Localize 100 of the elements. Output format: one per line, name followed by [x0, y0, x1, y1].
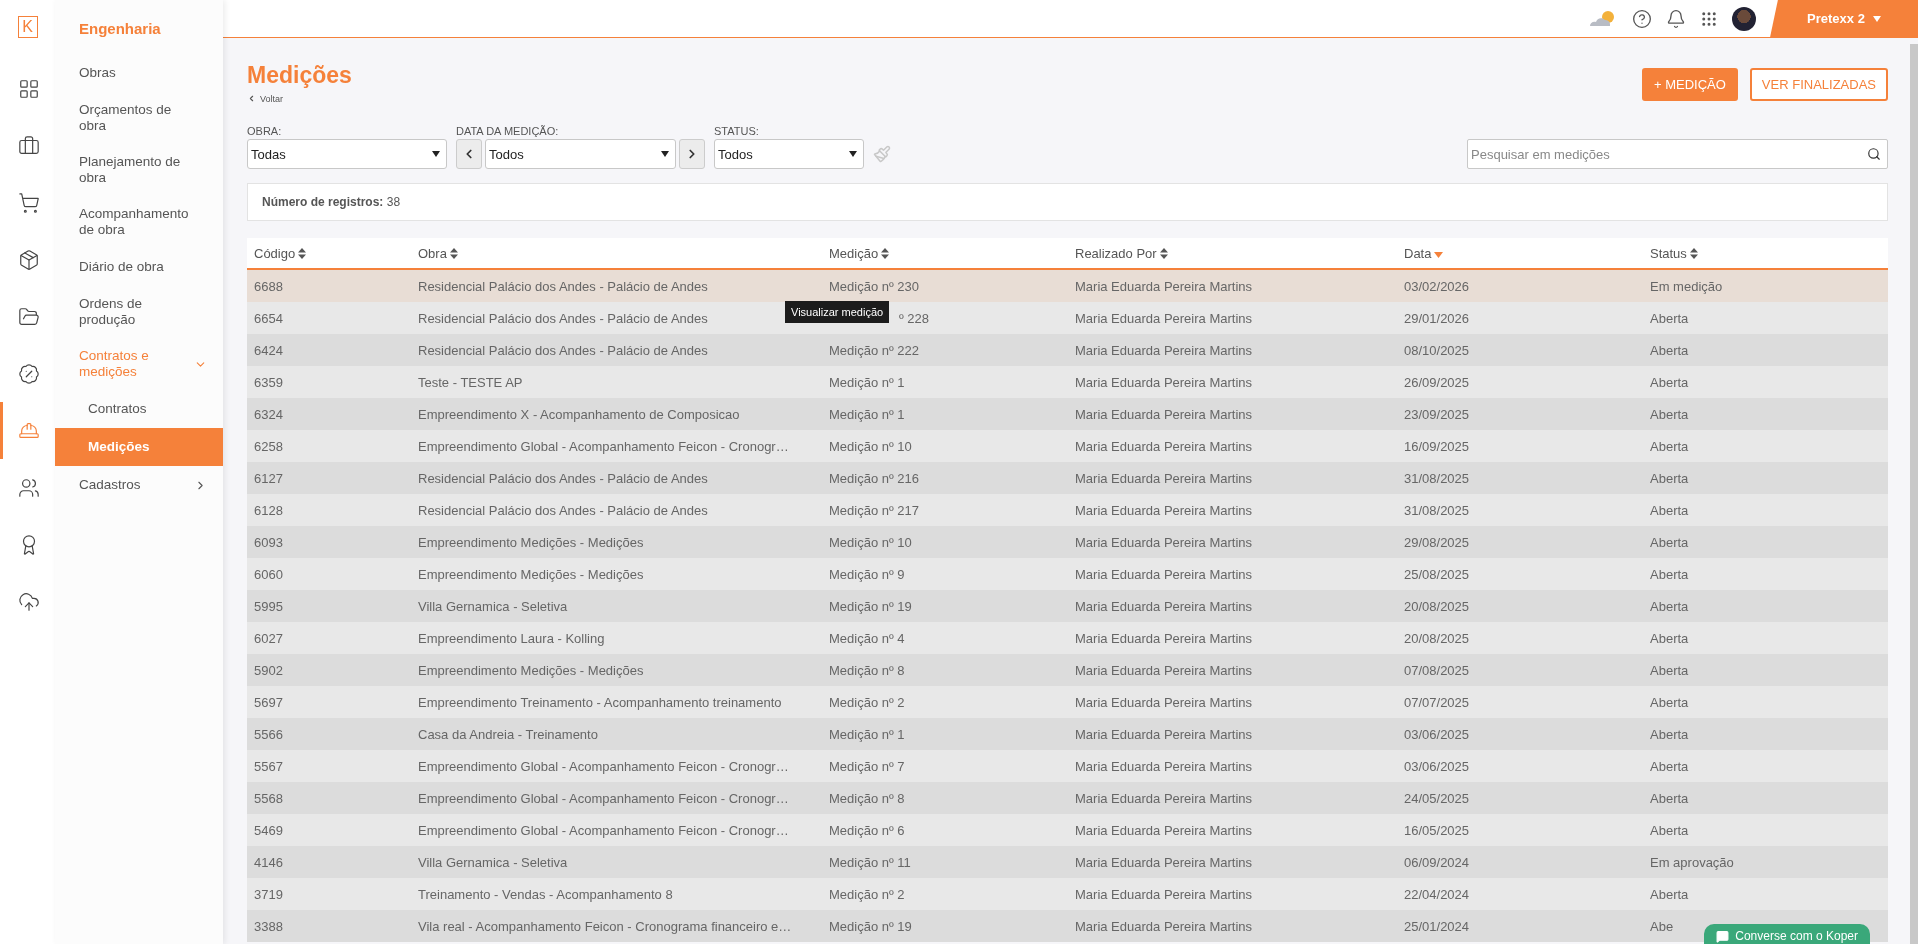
table-cell-text: Aberta: [1649, 598, 1689, 614]
table-row[interactable]: 6060 Empreendimento Medições - Medições Medição nº 9 Maria Eduarda Pereira Martins 25/08/2025 Aberta: [247, 558, 1888, 590]
table-cell-text: 29/01/2026: [1403, 310, 1470, 326]
menu-item[interactable]: Contratos e medições: [55, 338, 223, 390]
filter-select[interactable]: Todas: [247, 139, 447, 169]
column-header[interactable]: Medição: [822, 245, 1068, 261]
table-cell-text: Empreendimento Global - Acompanhamento Feicon - Cronogr…: [417, 438, 789, 454]
table-cell-text: 6424: [253, 342, 283, 358]
dashboard-icon: [18, 77, 40, 100]
table-cell-text: Maria Eduarda Pereira Martins: [1074, 502, 1253, 518]
table-cell-text: Maria Eduarda Pereira Martins: [1074, 886, 1253, 902]
table-row[interactable]: 6359 Teste - TESTE AP Medição nº 1 Maria Eduarda Pereira Martins 26/09/2025 Aberta: [247, 366, 1888, 398]
menu-item[interactable]: Orçamentos de obra: [55, 92, 223, 144]
table-cell-text: Aberta: [1649, 662, 1689, 678]
back-link[interactable]: Voltar: [247, 93, 283, 104]
table-cell-text: Medição nº 1: [828, 374, 905, 390]
chat-button[interactable]: Converse com o Koper: [1704, 924, 1870, 944]
help-icon[interactable]: [1632, 8, 1652, 29]
table-cell-text: Empreendimento Global - Acompanhamento Feicon - Cronogr…: [417, 790, 789, 806]
table-cell-text: Vila real - Acompanhamento Feicon - Cronograma financeiro e…: [417, 918, 792, 934]
table-row[interactable]: 5995 Villa Gernamica - Seletiva Medição nº 19 Maria Eduarda Pereira Martins 20/08/2025 Aberta: [247, 590, 1888, 622]
table-cell-text: 3388: [253, 918, 283, 934]
table-row[interactable]: 3719 Treinamento - Vendas - Acompanhamento 8 Medição nº 2 Maria Eduarda Pereira Martins 22/04/2024 Aberta: [247, 878, 1888, 910]
table-cell-text: 6128: [253, 502, 283, 518]
table-row[interactable]: 5469 Empreendimento Global - Acompanhamento Feicon - Cronogr… Medição nº 6 Maria Eduarda Pereira Martins 16/05/2025 Aberta: [247, 814, 1888, 846]
sort-icon[interactable]: [449, 247, 458, 259]
menu-item[interactable]: Obras: [55, 54, 223, 92]
table-cell-text: Aberta: [1649, 886, 1689, 902]
table-cell-text: Aberta: [1649, 406, 1689, 422]
menu-item[interactable]: Diário de obra: [55, 248, 223, 286]
table-row[interactable]: 6654 Residencial Palácio dos Andes - Palácio de Andes Visualizar medição º 228 Maria Eduarda Pereira Martins 29/01/2026 Aberta: [247, 302, 1888, 334]
table-cell-text: 5567: [253, 758, 283, 774]
table-cell-text: Aberta: [1649, 630, 1689, 646]
sort-icon[interactable]: [298, 247, 307, 259]
table-row[interactable]: 6128 Residencial Palácio dos Andes - Palácio de Andes Medição nº 217 Maria Eduarda Pereira Martins 31/08/2025 Aberta: [247, 494, 1888, 526]
apps-icon[interactable]: [1700, 9, 1718, 28]
tooltip: Visualizar medição: [785, 300, 890, 323]
table-cell-text: Medição nº 19: [828, 918, 912, 934]
table-cell-text: Aberta: [1649, 566, 1689, 582]
column-header[interactable]: Status: [1643, 245, 1888, 261]
chevron-left-icon: [247, 94, 256, 103]
caret-icon: [1872, 15, 1881, 22]
menu-item[interactable]: Contratos: [55, 390, 223, 428]
table-row[interactable]: 6424 Residencial Palácio dos Andes - Palácio de Andes Medição nº 222 Maria Eduarda Pereira Martins 08/10/2025 Aberta: [247, 334, 1888, 366]
table-cell-text: 5995: [253, 598, 283, 614]
table-row[interactable]: 6093 Empreendimento Medições - Medições Medição nº 10 Maria Eduarda Pereira Martins 29/08/2025 Aberta: [247, 526, 1888, 558]
sort-desc-icon[interactable]: [1434, 252, 1444, 258]
table-row[interactable]: 6688 Residencial Palácio dos Andes - Palácio de Andes Medição nº 230 Maria Eduarda Pereira Martins 03/02/2026 Em medição: [247, 270, 1888, 302]
table-cell-text: Medição nº 2: [828, 886, 905, 902]
menu-item[interactable]: Medições: [55, 428, 223, 466]
table-row[interactable]: 5902 Empreendimento Medições - Medições Medição nº 8 Maria Eduarda Pereira Martins 07/08/2025 Aberta: [247, 654, 1888, 686]
table-cell-text: Medição nº 8: [828, 790, 905, 806]
table-cell-text: 5568: [253, 790, 283, 806]
table-cell-text: Villa Gernamica - Seletiva: [417, 598, 568, 614]
menu-item[interactable]: Ordens de produção: [55, 286, 223, 338]
table-row[interactable]: 5568 Empreendimento Global - Acompanhamento Feicon - Cronogr… Medição nº 8 Maria Eduarda Pereira Martins 24/05/2025 Aberta: [247, 782, 1888, 814]
table-cell-text: 6359: [253, 374, 283, 390]
column-header[interactable]: Obra: [411, 245, 822, 261]
table-cell-text: Maria Eduarda Pereira Martins: [1074, 854, 1253, 870]
menu-title: Engenharia: [78, 20, 162, 39]
menu-item[interactable]: Planejamento de obra: [55, 144, 223, 196]
chat-icon: [1716, 929, 1730, 943]
bell-icon[interactable]: [1666, 8, 1686, 29]
avatar[interactable]: [1732, 6, 1756, 31]
table-row[interactable]: 5566 Casa da Andreia - Treinamento Medição nº 1 Maria Eduarda Pereira Martins 03/06/2025 Aberta: [247, 718, 1888, 750]
sort-icon[interactable]: [1689, 247, 1698, 259]
logo[interactable]: K: [17, 16, 38, 38]
table-row[interactable]: 6027 Empreendimento Laura - Kolling Medição nº 4 Maria Eduarda Pereira Martins 20/08/2025 Aberta: [247, 622, 1888, 654]
table-row[interactable]: 4146 Villa Gernamica - Seletiva Medição nº 11 Maria Eduarda Pereira Martins 06/09/2024 Em aprovação: [247, 846, 1888, 878]
cloud-upload-icon: [18, 590, 40, 613]
page-title: Medições: [247, 62, 352, 89]
scrollbar[interactable]: [1910, 44, 1918, 944]
outline-button[interactable]: VER FINALIZADAS: [1749, 68, 1888, 101]
table-cell-text: Medição nº 216: [828, 470, 920, 486]
search-field[interactable]: Pesquisar em medições: [1467, 139, 1888, 169]
table-cell-text: Maria Eduarda Pereira Martins: [1074, 342, 1253, 358]
search-icon[interactable]: [1867, 147, 1881, 161]
table-cell-text: Empreendimento Medições - Medições: [417, 566, 644, 582]
add-button[interactable]: + MEDIÇÃO: [1642, 68, 1738, 101]
menu-item[interactable]: Cadastros: [55, 466, 223, 504]
sort-icon[interactable]: [881, 247, 890, 259]
table-cell-text: Aberta: [1649, 822, 1689, 838]
account-button[interactable]: Pretexx 2: [1770, 0, 1918, 38]
table-row[interactable]: 5567 Empreendimento Global - Acompanhamento Feicon - Cronogr… Medição nº 7 Maria Eduarda Pereira Martins 03/06/2025 Aberta: [247, 750, 1888, 782]
column-header[interactable]: Data: [1397, 245, 1643, 261]
table-cell-text: Treinamento - Vendas - Acompanhamento 8: [417, 886, 673, 902]
column-header[interactable]: Realizado Por: [1068, 245, 1397, 261]
table-cell-text: Em medição: [1649, 278, 1723, 294]
filter-select[interactable]: Todos: [485, 139, 676, 169]
sort-icon[interactable]: [1159, 247, 1168, 259]
table-row[interactable]: 6324 Empreendimento X - Acompanhamento de Composicao Medição nº 1 Maria Eduarda Pereira Martins 23/09/2025 Aberta: [247, 398, 1888, 430]
menu-item[interactable]: Acompanhamento de obra: [55, 196, 223, 248]
table-cell-text: 26/09/2025: [1403, 374, 1470, 390]
column-header[interactable]: Código: [247, 245, 411, 261]
table-cell-text: Aberta: [1649, 342, 1689, 358]
filter-select[interactable]: Todos: [714, 139, 864, 169]
table-row[interactable]: 5697 Empreendimento Treinamento - Acompanhamento treinamento Medição nº 2 Maria Eduarda Pereira Martins 07/07/2025 Aberta: [247, 686, 1888, 718]
table-cell-text: Medição nº 10: [828, 534, 912, 550]
table-row[interactable]: 6127 Residencial Palácio dos Andes - Palácio de Andes Medição nº 216 Maria Eduarda Pereira Martins 31/08/2025 Aberta: [247, 462, 1888, 494]
table-row[interactable]: 6258 Empreendimento Global - Acompanhamento Feicon - Cronogr… Medição nº 10 Maria Eduarda Pereira Martins 16/09/2025 Aberta: [247, 430, 1888, 462]
